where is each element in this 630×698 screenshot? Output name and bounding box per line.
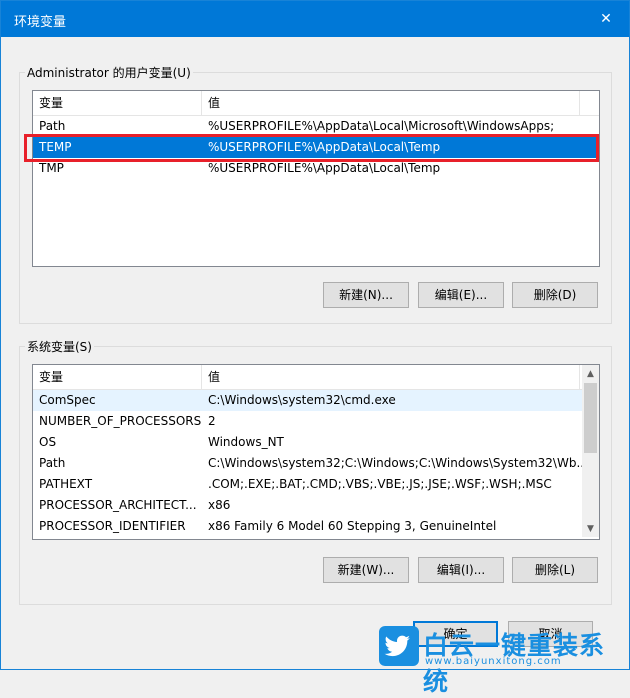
var-name: NUMBER_OF_PROCESSORS [39, 414, 202, 428]
user-variables-label: Administrator 的用户变量(U) [25, 64, 193, 81]
system-var-row-processor-identifier[interactable]: PROCESSOR_IDENTIFIER x86 Family 6 Model … [33, 516, 582, 537]
system-delete-button[interactable]: 删除(L) [512, 557, 598, 583]
system-var-row-processor-architecture[interactable]: PROCESSOR_ARCHITECT... x86 [33, 495, 582, 516]
user-variables-list[interactable]: 变量 值 Path %USERPROFILE%\AppData\Local\Mi… [32, 90, 600, 267]
close-icon: ✕ [600, 11, 612, 27]
var-name: Path [39, 456, 66, 470]
scroll-down-icon[interactable]: ▼ [582, 520, 599, 537]
user-delete-button[interactable]: 删除(D) [512, 282, 598, 308]
system-edit-button[interactable]: 编辑(I)... [418, 557, 504, 583]
var-name: ComSpec [39, 393, 96, 407]
system-variables-label: 系统变量(S) [25, 338, 94, 355]
var-value: Windows_NT [208, 435, 284, 449]
window-title: 环境变量 [14, 15, 67, 30]
system-new-button[interactable]: 新建(W)... [323, 557, 409, 583]
column-header-value[interactable]: 值 [202, 91, 580, 115]
var-name: OS [39, 435, 57, 449]
watermark-url: www.baiyunxitong.com [425, 656, 562, 667]
selection-highlight-box [24, 134, 599, 162]
system-list-header: 变量 值 [33, 365, 599, 390]
scroll-up-icon[interactable]: ▲ [582, 365, 599, 382]
var-value: 2 [208, 414, 216, 428]
scrollbar-thumb[interactable] [584, 383, 597, 453]
close-button[interactable]: ✕ [583, 1, 629, 37]
user-new-button[interactable]: 新建(N)... [323, 282, 409, 308]
var-name: PATHEXT [39, 477, 93, 491]
watermark: 白云一键重装系统 www.baiyunxitong.com [375, 622, 630, 696]
system-var-row-path[interactable]: Path C:\Windows\system32;C:\Windows;C:\W… [33, 453, 588, 474]
var-value: x86 [208, 498, 231, 512]
column-header-name[interactable]: 变量 [33, 365, 202, 389]
var-name: PROCESSOR_ARCHITECT... [39, 498, 197, 512]
environment-variables-dialog: 环境变量 ✕ Administrator 的用户变量(U) 变量 值 Path … [0, 0, 630, 670]
var-name: PROCESSOR_IDENTIFIER [39, 519, 186, 533]
var-value: .COM;.EXE;.BAT;.CMD;.VBS;.VBE;.JS;.JSE;.… [208, 477, 552, 491]
user-edit-button[interactable]: 编辑(E)... [418, 282, 504, 308]
var-value: C:\Windows\system32;C:\Windows;C:\Window… [208, 456, 588, 470]
system-list-scrollbar[interactable]: ▲ ▼ [582, 365, 599, 537]
var-value: C:\Windows\system32\cmd.exe [208, 393, 396, 407]
system-var-row-comspec[interactable]: ComSpec C:\Windows\system32\cmd.exe [33, 390, 582, 411]
user-list-header: 变量 值 [33, 91, 599, 116]
system-var-row-os[interactable]: OS Windows_NT [33, 432, 582, 453]
system-var-row-number-of-processors[interactable]: NUMBER_OF_PROCESSORS 2 [33, 411, 582, 432]
var-value: x86 Family 6 Model 60 Stepping 3, Genuin… [208, 519, 497, 533]
title-bar: 环境变量 ✕ [1, 1, 629, 37]
bird-logo-icon [379, 626, 419, 666]
column-header-name[interactable]: 变量 [33, 91, 202, 115]
system-variables-list[interactable]: 变量 值 ComSpec C:\Windows\system32\cmd.exe… [32, 364, 600, 540]
system-var-row-pathext[interactable]: PATHEXT .COM;.EXE;.BAT;.CMD;.VBS;.VBE;.J… [33, 474, 582, 495]
column-header-value[interactable]: 值 [202, 365, 580, 389]
